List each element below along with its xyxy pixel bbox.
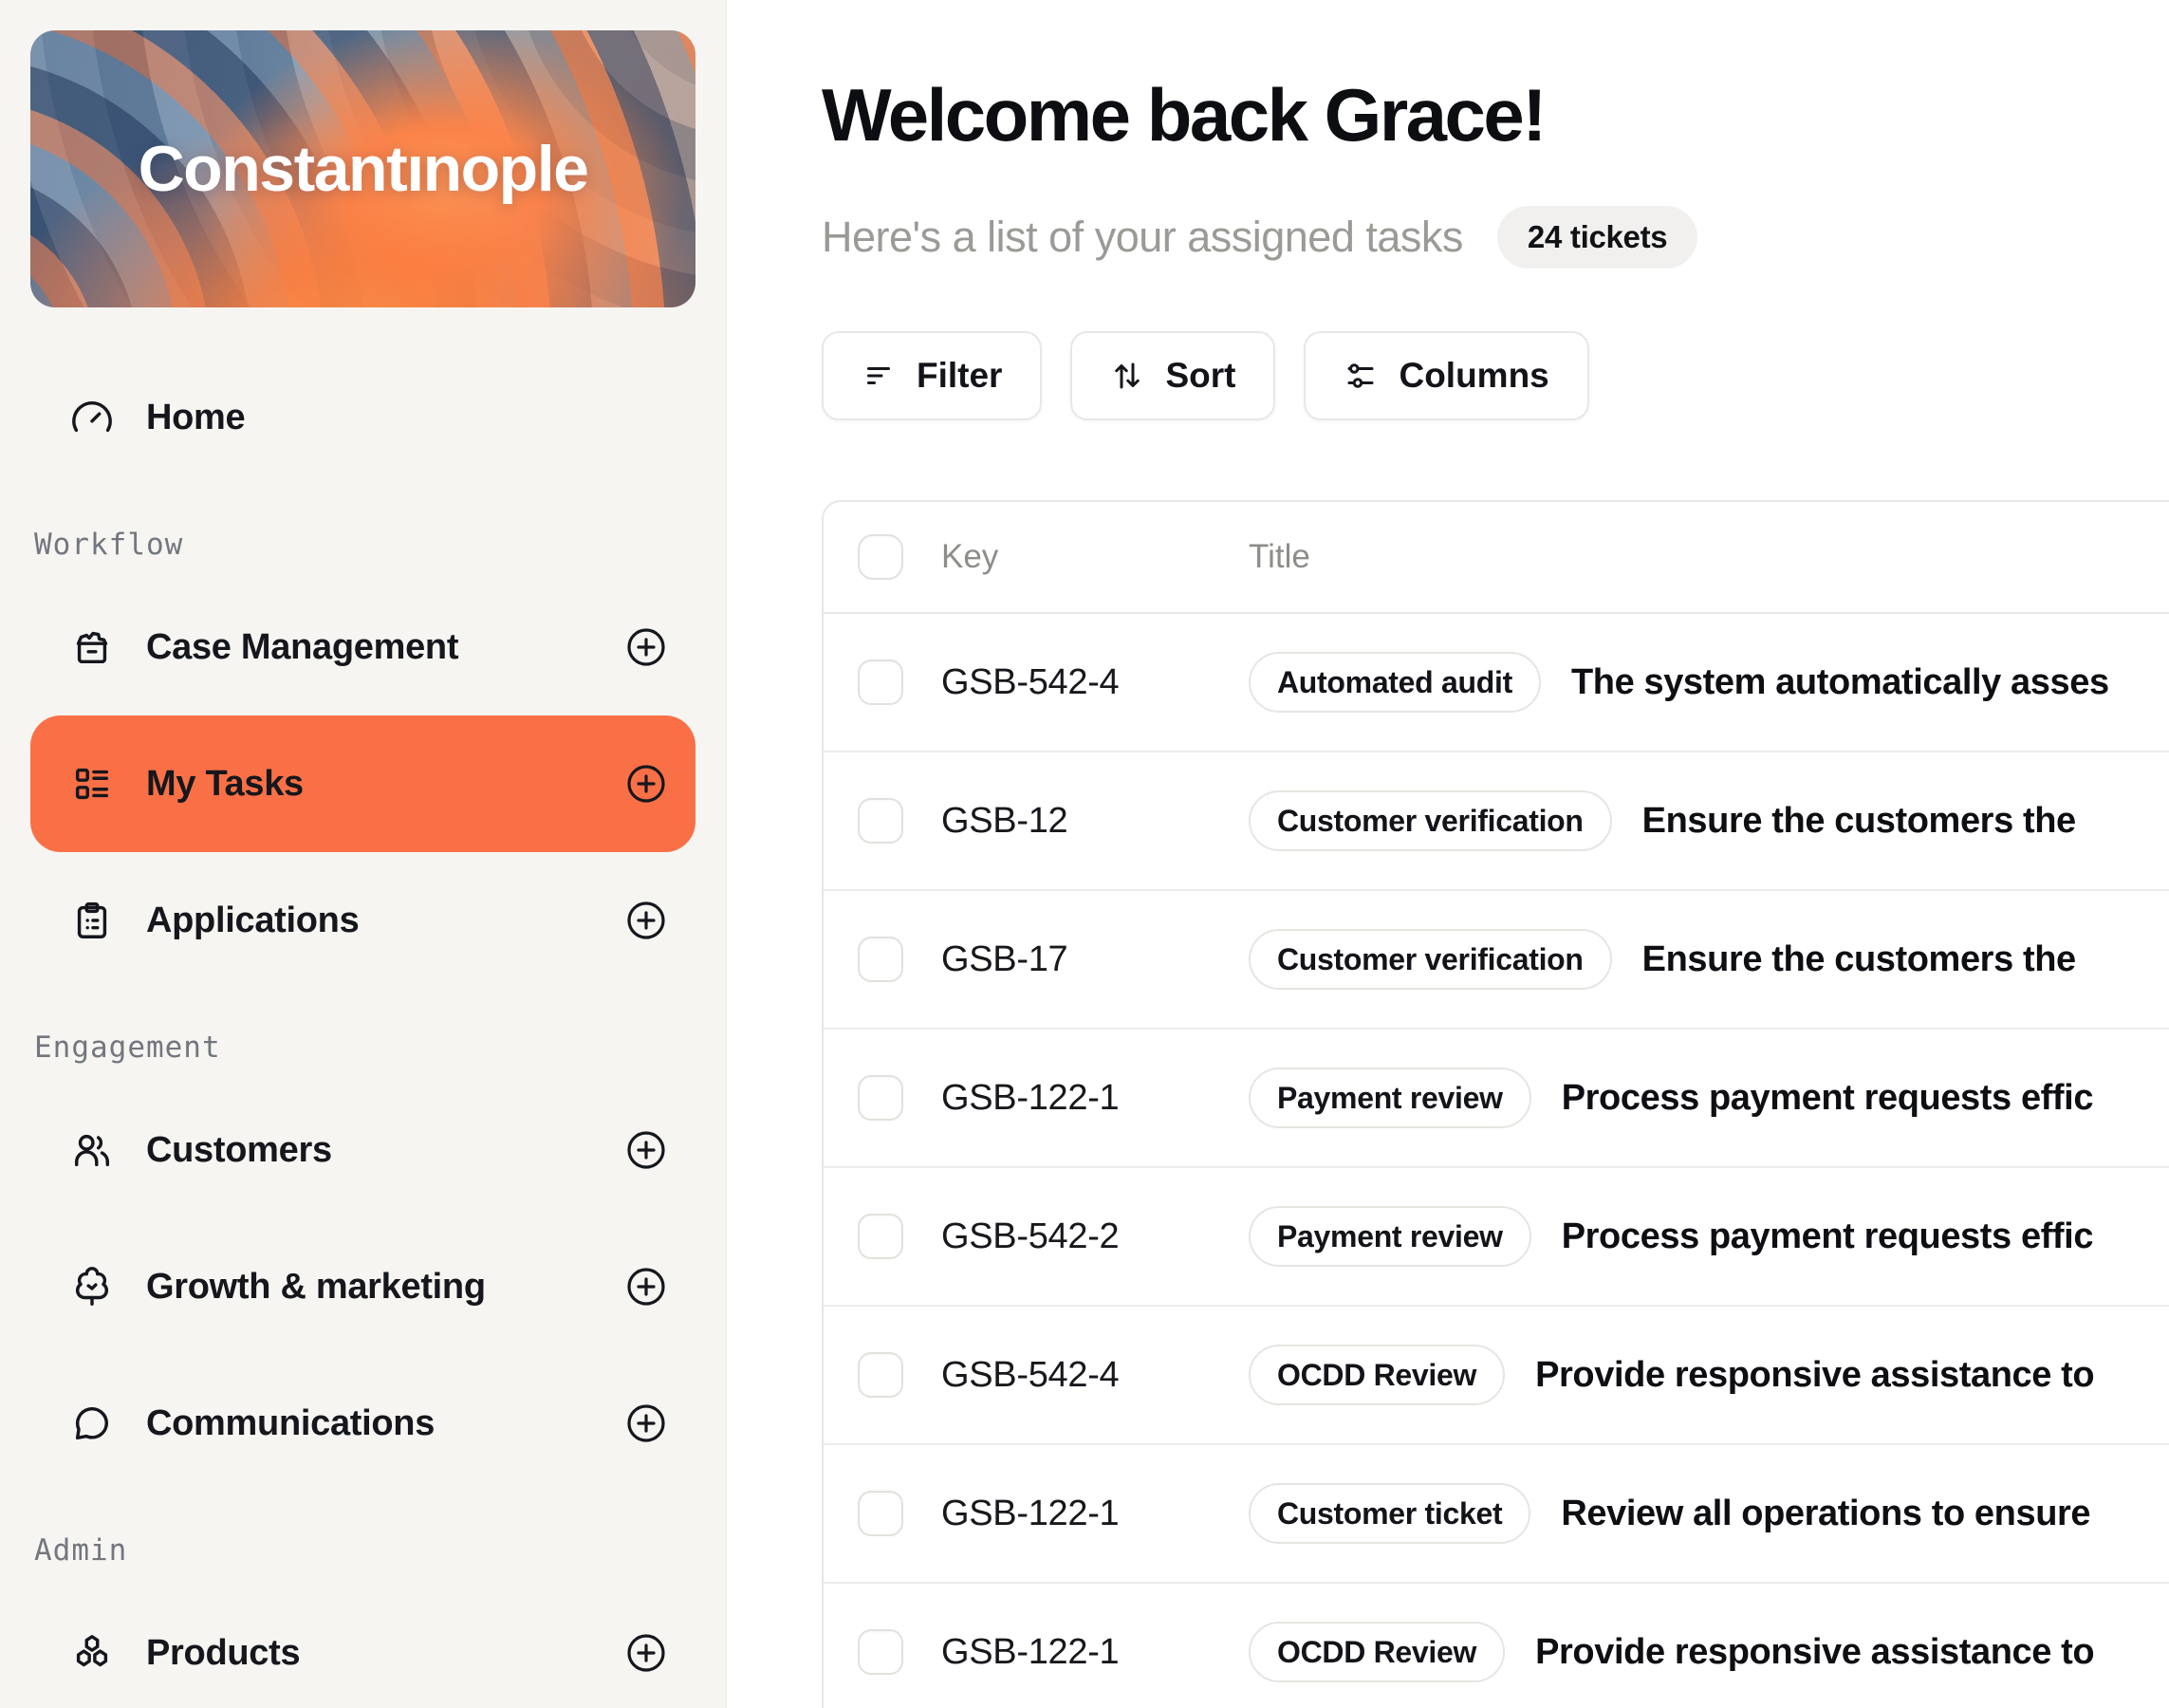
- sidebar-item-products[interactable]: Products: [30, 1585, 695, 1708]
- message-bubble-icon: [70, 1402, 114, 1445]
- sidebar-item-label: Customers: [146, 1130, 332, 1171]
- task-type-badge: OCDD Review: [1249, 1622, 1505, 1682]
- task-type-badge: Payment review: [1249, 1206, 1531, 1267]
- sidebar-item-case-management[interactable]: Case Management: [30, 579, 695, 715]
- tree-icon: [70, 1265, 114, 1309]
- tasks-table: Key Title GSB-542-4 Automated audit The …: [822, 500, 2169, 1708]
- task-type-badge: OCDD Review: [1249, 1345, 1505, 1405]
- task-key: GSB-542-4: [941, 662, 1249, 703]
- page-title: Welcome back Grace!: [822, 72, 2169, 158]
- sidebar-item-home[interactable]: Home: [30, 349, 695, 486]
- select-all-checkbox[interactable]: [858, 534, 903, 580]
- row-checkbox[interactable]: [858, 1075, 903, 1121]
- plus-circle-icon[interactable]: [623, 1127, 669, 1173]
- task-key: GSB-122-1: [941, 1494, 1249, 1534]
- table-row[interactable]: GSB-17 Customer verification Ensure the …: [824, 891, 2169, 1030]
- clipboard-icon: [70, 899, 114, 942]
- boxes-icon: [70, 1631, 114, 1675]
- gauge-icon: [70, 396, 114, 439]
- table-row[interactable]: GSB-542-4 Automated audit The system aut…: [824, 614, 2169, 752]
- app-window: Constantınople Home Workflow Case Manage…: [0, 0, 2169, 1708]
- column-header-title: Title: [1249, 538, 2169, 576]
- sort-button[interactable]: Sort: [1070, 331, 1275, 420]
- case-box-icon: [70, 625, 114, 669]
- section-label-engagement: Engagement: [34, 1030, 695, 1065]
- main-content: Welcome back Grace! Here's a list of you…: [727, 0, 2169, 1708]
- sidebar-item-label: Applications: [146, 900, 359, 941]
- filter-button[interactable]: Filter: [822, 331, 1042, 420]
- page-subtitle: Here's a list of your assigned tasks: [822, 213, 1463, 262]
- task-list-icon: [70, 762, 114, 806]
- row-checkbox[interactable]: [858, 1629, 903, 1675]
- sidebar-item-applications[interactable]: Applications: [30, 852, 695, 989]
- task-title: Ensure the customers the: [1642, 939, 2076, 980]
- task-type-badge: Payment review: [1249, 1068, 1531, 1128]
- row-checkbox[interactable]: [858, 659, 903, 705]
- task-title: Provide responsive assistance to: [1535, 1355, 2094, 1396]
- app-logo: Constantınople: [139, 132, 588, 206]
- filter-icon: [862, 359, 896, 393]
- plus-circle-icon[interactable]: [623, 761, 669, 807]
- table-row[interactable]: GSB-122-1 Customer ticket Review all ope…: [824, 1445, 2169, 1584]
- task-key: GSB-542-4: [941, 1355, 1249, 1396]
- toolbar: Filter Sort Columns: [822, 331, 2169, 420]
- task-title: Review all operations to ensure: [1561, 1494, 2090, 1534]
- table-row[interactable]: GSB-542-2 Payment review Process payment…: [824, 1168, 2169, 1307]
- task-title: Ensure the customers the: [1642, 801, 2076, 842]
- plus-circle-icon[interactable]: [623, 1264, 669, 1309]
- task-key: GSB-12: [941, 801, 1249, 842]
- subtitle-row: Here's a list of your assigned tasks 24 …: [822, 206, 2169, 269]
- task-type-badge: Customer verification: [1249, 790, 1612, 851]
- sidebar-item-label: Home: [146, 398, 245, 438]
- row-checkbox[interactable]: [858, 937, 903, 982]
- task-key: GSB-17: [941, 939, 1249, 980]
- columns-button[interactable]: Columns: [1304, 331, 1588, 420]
- row-checkbox[interactable]: [858, 1352, 903, 1398]
- task-key: GSB-122-1: [941, 1632, 1249, 1673]
- task-type-badge: Automated audit: [1249, 652, 1541, 713]
- task-title: The system automatically asses: [1571, 662, 2109, 703]
- sort-button-label: Sort: [1165, 356, 1235, 396]
- sidebar-item-label: Communications: [146, 1403, 435, 1444]
- sidebar-item-growth-marketing[interactable]: Growth & marketing: [30, 1218, 695, 1355]
- task-title: Provide responsive assistance to: [1535, 1632, 2094, 1673]
- section-label-workflow: Workflow: [34, 528, 695, 562]
- users-icon: [70, 1128, 114, 1172]
- tickets-count-badge: 24 tickets: [1497, 206, 1697, 269]
- table-row[interactable]: GSB-12 Customer verification Ensure the …: [824, 752, 2169, 891]
- sidebar-item-label: Growth & marketing: [146, 1267, 486, 1308]
- filter-button-label: Filter: [917, 356, 1002, 396]
- row-checkbox[interactable]: [858, 1214, 903, 1259]
- table-row[interactable]: GSB-122-1 Payment review Process payment…: [824, 1030, 2169, 1168]
- task-title: Process payment requests effic: [1562, 1078, 2093, 1119]
- sliders-icon: [1344, 359, 1378, 393]
- sidebar-item-my-tasks[interactable]: My Tasks: [30, 715, 695, 852]
- row-checkbox[interactable]: [858, 1491, 903, 1536]
- column-header-key: Key: [941, 538, 1249, 576]
- task-title: Process payment requests effic: [1562, 1216, 2093, 1257]
- logo-banner: Constantınople: [30, 30, 695, 307]
- sort-arrows-icon: [1110, 359, 1144, 393]
- sidebar-item-label: Products: [146, 1633, 300, 1674]
- sidebar-nav: Home Workflow Case Management My Tasks: [30, 349, 695, 1708]
- sidebar-item-communications[interactable]: Communications: [30, 1355, 695, 1492]
- task-key: GSB-542-2: [941, 1216, 1249, 1257]
- table-header-row: Key Title: [824, 502, 2169, 614]
- table-row[interactable]: GSB-542-4 OCDD Review Provide responsive…: [824, 1307, 2169, 1445]
- plus-circle-icon[interactable]: [623, 1401, 669, 1446]
- columns-button-label: Columns: [1399, 356, 1548, 396]
- task-type-badge: Customer verification: [1249, 929, 1612, 990]
- sidebar: Constantınople Home Workflow Case Manage…: [0, 0, 727, 1708]
- task-key: GSB-122-1: [941, 1078, 1249, 1119]
- sidebar-item-customers[interactable]: Customers: [30, 1082, 695, 1218]
- task-type-badge: Customer ticket: [1249, 1483, 1530, 1544]
- table-row[interactable]: GSB-122-1 OCDD Review Provide responsive…: [824, 1584, 2169, 1708]
- row-checkbox[interactable]: [858, 798, 903, 844]
- sidebar-item-label: My Tasks: [146, 764, 304, 805]
- plus-circle-icon[interactable]: [623, 624, 669, 670]
- plus-circle-icon[interactable]: [623, 898, 669, 943]
- sidebar-item-label: Case Management: [146, 627, 458, 668]
- section-label-admin: Admin: [34, 1533, 695, 1568]
- plus-circle-icon[interactable]: [623, 1630, 669, 1676]
